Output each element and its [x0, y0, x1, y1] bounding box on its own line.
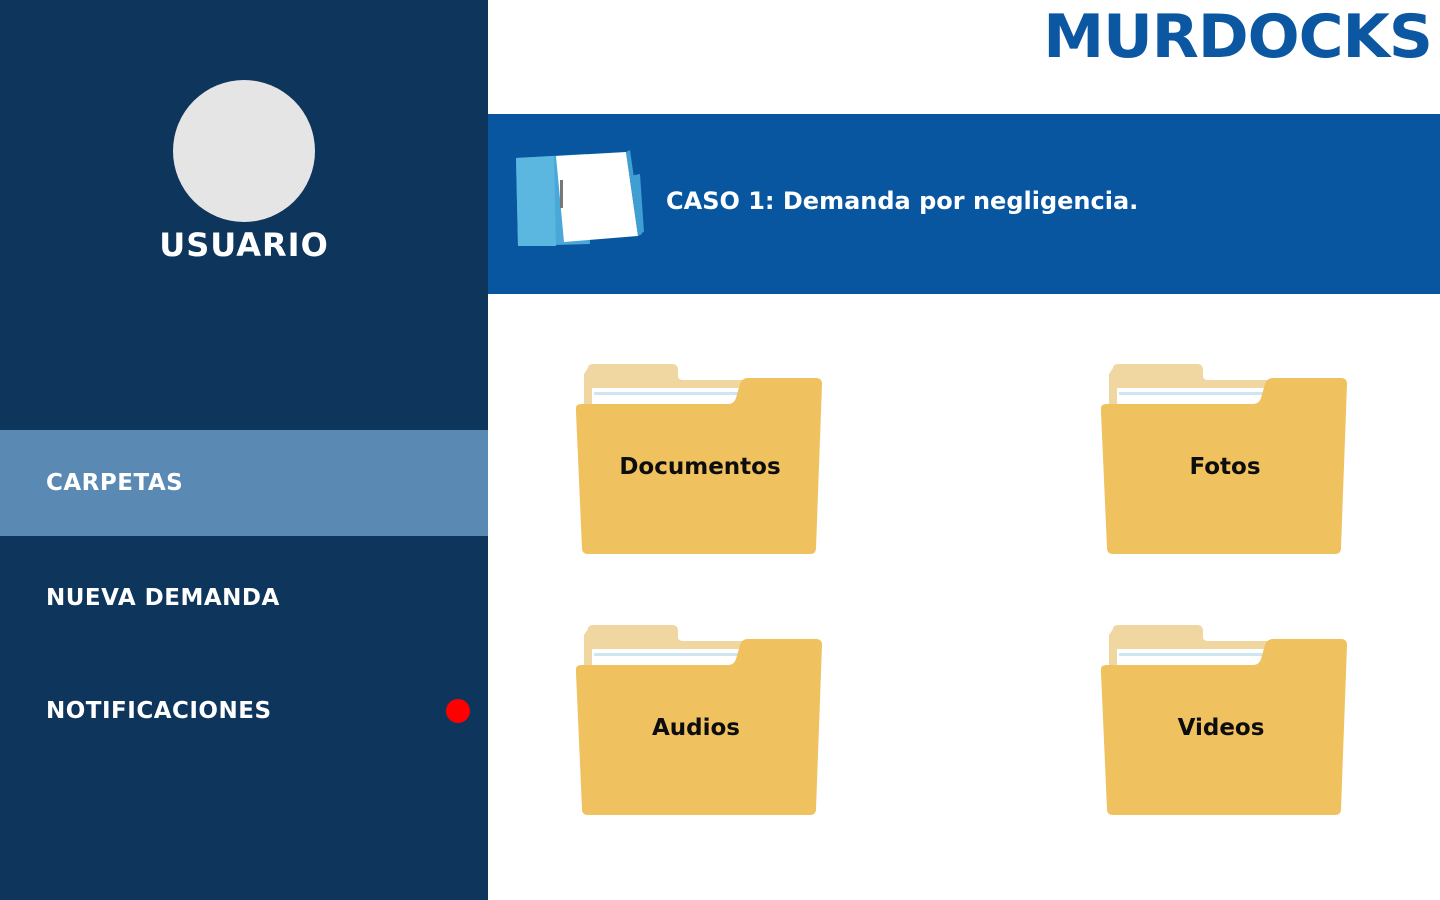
avatar[interactable]	[173, 80, 315, 222]
sidebar-item-notificaciones[interactable]: NOTIFICACIONES	[0, 658, 488, 764]
folder-videos[interactable]: Videos	[1101, 625, 1349, 817]
folder-label: Videos	[1177, 715, 1265, 741]
case-banner: CASO 1: Demanda por negligencia.	[488, 114, 1440, 294]
sidebar-item-carpetas[interactable]: CARPETAS	[0, 430, 488, 536]
sidebar-item-label: CARPETAS	[46, 470, 184, 496]
folder-label: Documentos	[619, 454, 781, 480]
sidebar-item-label: NOTIFICACIONES	[46, 698, 272, 724]
folder-audios[interactable]: Audios	[576, 625, 824, 817]
folder-documentos[interactable]: Documentos	[576, 364, 824, 556]
notification-badge	[446, 699, 470, 723]
binder-folder-icon	[516, 150, 644, 246]
sidebar-item-label: NUEVA DEMANDA	[46, 585, 280, 611]
sidebar-item-nueva-demanda[interactable]: NUEVA DEMANDA	[0, 545, 488, 651]
case-title: CASO 1: Demanda por negligencia.	[666, 187, 1139, 215]
folder-fotos[interactable]: Fotos	[1101, 364, 1349, 556]
brand-logo[interactable]: MURDOCKS	[1043, 2, 1433, 72]
user-name: USUARIO	[159, 226, 329, 264]
sidebar: USUARIO CARPETAS NUEVA DEMANDA NOTIFICAC…	[0, 0, 488, 900]
folder-label: Fotos	[1189, 454, 1261, 480]
folder-label: Audios	[651, 715, 740, 741]
